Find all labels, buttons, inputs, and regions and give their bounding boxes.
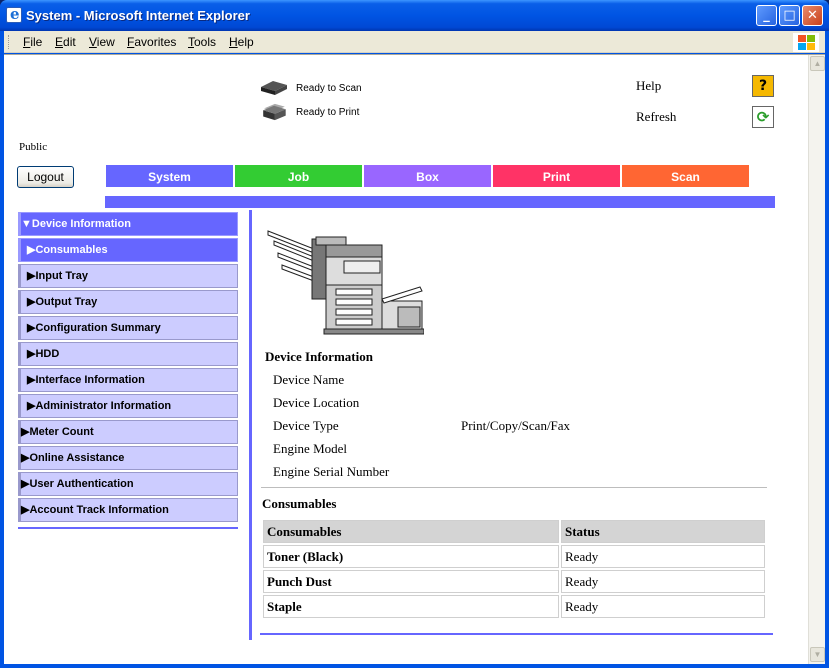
browser-window: System - Microsoft Internet Explorer _ □… xyxy=(0,0,829,668)
sidebar-item-administrator-information[interactable]: ▶Administrator Information xyxy=(18,394,238,418)
consumable-status: Ready xyxy=(561,570,765,593)
window-title: System - Microsoft Internet Explorer xyxy=(26,8,250,23)
sidebar-item-output-tray[interactable]: ▶Output Tray xyxy=(18,290,238,314)
column-header-status: Status xyxy=(561,520,765,543)
scan-status: Ready to Scan xyxy=(296,83,362,94)
tab-system[interactable]: System xyxy=(105,164,234,188)
tab-print[interactable]: Print xyxy=(492,164,621,188)
maximize-button[interactable]: □ xyxy=(779,5,800,26)
scanner-icon xyxy=(261,81,287,95)
consumables-heading: Consumables xyxy=(262,496,337,511)
table-row: Staple Ready xyxy=(263,595,765,618)
consumable-name: Punch Dust xyxy=(263,570,559,593)
refresh-icon[interactable]: ⟳ xyxy=(752,106,774,128)
engine-serial-label: Engine Serial Number xyxy=(273,464,390,479)
page-viewport: Ready to Scan Ready to Print Help ? Refr… xyxy=(4,54,825,664)
menu-help[interactable]: Help xyxy=(229,35,254,49)
title-bar[interactable]: System - Microsoft Internet Explorer _ □… xyxy=(0,0,829,31)
consumable-status: Ready xyxy=(561,545,765,568)
consumable-name: Staple xyxy=(263,595,559,618)
vertical-scrollbar[interactable]: ▲ ▼ xyxy=(808,55,825,664)
menu-file[interactable]: File xyxy=(23,35,42,49)
windows-logo-icon xyxy=(793,33,819,52)
table-row: Punch Dust Ready xyxy=(263,570,765,593)
sidebar-item-device-information[interactable]: ▼Device Information xyxy=(18,212,238,236)
scroll-up-icon[interactable]: ▲ xyxy=(810,56,825,71)
logout-button[interactable]: Logout xyxy=(17,166,74,188)
table-header-row: Consumables Status xyxy=(263,520,765,543)
sidebar-item-interface-information[interactable]: ▶Interface Information xyxy=(18,368,238,392)
content-divider xyxy=(249,210,252,640)
column-header-consumables: Consumables xyxy=(263,520,559,543)
menu-tools[interactable]: Tools xyxy=(188,35,216,49)
device-type-value: Print/Copy/Scan/Fax xyxy=(461,418,571,433)
minimize-button[interactable]: _ xyxy=(756,5,777,26)
user-mode-label: Public xyxy=(19,141,48,153)
device-type-label: Device Type xyxy=(273,418,339,433)
help-link[interactable]: Help xyxy=(636,78,661,94)
sidebar-item-account-track-information[interactable]: ▶Account Track Information xyxy=(18,498,238,522)
sidebar-item-configuration-summary[interactable]: ▶Configuration Summary xyxy=(18,316,238,340)
ie-icon xyxy=(6,5,22,23)
menu-bar: File Edit View Favorites Tools Help xyxy=(4,31,825,53)
refresh-link[interactable]: Refresh xyxy=(636,109,676,125)
tab-job[interactable]: Job xyxy=(234,164,363,188)
close-button[interactable]: ✕ xyxy=(802,5,823,26)
sidebar-bottom-rule xyxy=(18,527,238,529)
nav-underline xyxy=(105,196,775,208)
consumables-table: Consumables Status Toner (Black) Ready P… xyxy=(261,518,767,620)
engine-model-label: Engine Model xyxy=(273,441,348,456)
menu-view[interactable]: View xyxy=(89,35,115,49)
menu-favorites[interactable]: Favorites xyxy=(127,35,176,49)
consumable-status: Ready xyxy=(561,595,765,618)
sidebar-item-user-authentication[interactable]: ▶User Authentication xyxy=(18,472,238,496)
sidebar-item-meter-count[interactable]: ▶Meter Count xyxy=(18,420,238,444)
table-row: Toner (Black) Ready xyxy=(263,545,765,568)
content-bottom-rule xyxy=(260,633,773,635)
tab-scan[interactable]: Scan xyxy=(621,164,750,188)
toolbar-grip[interactable] xyxy=(8,35,11,49)
print-status: Ready to Print xyxy=(296,107,360,118)
scroll-down-icon[interactable]: ▼ xyxy=(810,647,825,662)
tab-box[interactable]: Box xyxy=(363,164,492,188)
device-info-heading: Device Information xyxy=(265,349,373,364)
sidebar-item-consumables[interactable]: ▶Consumables xyxy=(18,238,238,262)
printer-icon xyxy=(263,103,286,121)
device-location-label: Device Location xyxy=(273,395,360,410)
sidebar-item-hdd[interactable]: ▶HDD xyxy=(18,342,238,366)
menu-edit[interactable]: Edit xyxy=(55,35,76,49)
sidebar-item-online-assistance[interactable]: ▶Online Assistance xyxy=(18,446,238,470)
device-name-label: Device Name xyxy=(273,372,345,387)
sidebar-item-input-tray[interactable]: ▶Input Tray xyxy=(18,264,238,288)
device-illustration xyxy=(267,230,424,335)
help-icon[interactable]: ? xyxy=(752,75,774,97)
consumable-name: Toner (Black) xyxy=(263,545,559,568)
section-divider xyxy=(261,487,767,488)
